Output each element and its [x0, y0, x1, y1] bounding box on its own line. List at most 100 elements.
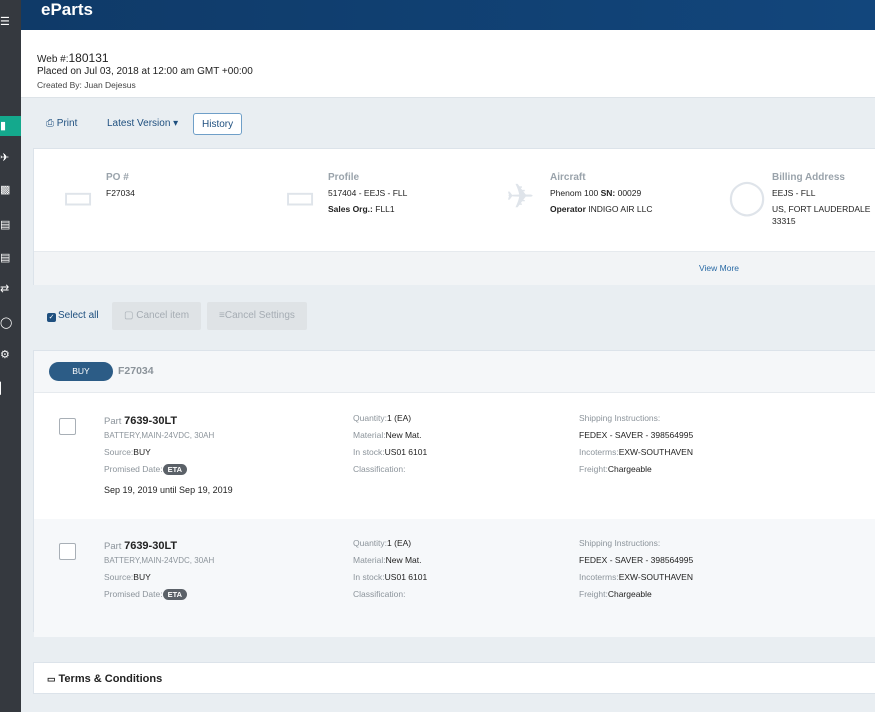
select-all-label: Select all — [58, 310, 99, 321]
aircraft-label: Aircraft — [550, 172, 586, 183]
items-header: BUY F27034 — [34, 351, 875, 393]
stock-label: In stock: — [353, 447, 385, 457]
terms-title[interactable]: ▭ Terms & Conditions — [47, 673, 162, 685]
terms-panel[interactable]: ▭ Terms & Conditions — [33, 662, 875, 694]
billing-label: Billing Address — [772, 172, 845, 183]
caret-down-icon: ▾ — [173, 118, 179, 129]
quantity: Quantity:1 (EA) — [353, 410, 427, 427]
part-description: BATTERY,MAIN-24VDC, 30AH — [104, 556, 215, 565]
item-checkbox[interactable] — [59, 543, 76, 560]
stock-label: In stock: — [353, 572, 385, 582]
source-value: BUY — [133, 447, 151, 457]
part-number: Part 7639-30LT — [104, 540, 177, 552]
shipping-label: Shipping Instructions: — [579, 538, 661, 548]
plane-icon: ✈ — [506, 178, 535, 216]
promised-date-range: Sep 19, 2019 until Sep 19, 2019 — [104, 485, 233, 495]
billing-line3: 33315 — [772, 216, 796, 226]
incoterms-value: EXW-SOUTHAVEN — [618, 572, 693, 582]
billing-line1: EEJS - FLL — [772, 188, 816, 198]
plane-icon[interactable]: ✈ — [0, 148, 21, 168]
view-more-link[interactable]: View More — [699, 263, 739, 273]
aircraft-model: Phenom 100 SN: 00029 — [550, 188, 641, 198]
stock: In stock:US01 6101 — [353, 569, 427, 586]
material-label: Material: — [353, 555, 386, 565]
transfer-icon[interactable]: ⇄ — [0, 279, 21, 299]
history-button[interactable]: History — [193, 113, 243, 135]
truck-icon[interactable]: ▮ — [0, 116, 21, 136]
item-checkbox[interactable] — [59, 418, 76, 435]
cart-icon[interactable]: ▩ — [0, 180, 21, 200]
inbox-icon: ▭ — [47, 674, 56, 684]
quantity: Quantity:1 (EA) — [353, 535, 427, 552]
incoterms-value: EXW-SOUTHAVEN — [618, 447, 693, 457]
web-label: Web #: — [37, 54, 69, 65]
version-dropdown[interactable]: Latest Version ▾ — [107, 113, 178, 135]
dollar-icon[interactable]: ◯ — [0, 313, 21, 333]
brand-logo[interactable]: eParts — [41, 0, 93, 20]
stock: In stock:US01 6101 — [353, 444, 427, 461]
shipping-details: Shipping Instructions: FEDEX - SAVER - 3… — [579, 410, 693, 478]
part-label: Part — [104, 416, 122, 427]
incoterms: Incoterms:EXW-SOUTHAVEN — [579, 444, 693, 461]
aircraft-model-value: Phenom 100 — [550, 188, 599, 198]
trash-icon: ▢ — [124, 310, 134, 321]
select-all-checkbox[interactable]: ✓ Select all — [47, 310, 99, 322]
settings-icon[interactable]: ⚙ — [0, 345, 21, 365]
inbox-icon: ▭ — [284, 178, 317, 216]
promised-date: Promised Date: ETA — [104, 464, 188, 475]
sales-org-value: FLL1 — [375, 204, 395, 214]
promised-date: Promised Date: ETA — [104, 589, 188, 600]
eta-badge: ETA — [162, 464, 188, 475]
print-label: Print — [56, 118, 78, 129]
item-row: Part 7639-30LT BATTERY,MAIN-24VDC, 30AH … — [34, 394, 875, 512]
profile-value: 517404 - EEJS - FLL — [328, 188, 408, 198]
sales-org-label: Sales Org.: — [328, 204, 373, 214]
web-order-number: Web #:180131 — [37, 51, 109, 65]
order-toolbar: ⎙ Print Latest Version ▾ History — [21, 108, 875, 138]
part-number: Part 7639-30LT — [104, 415, 177, 427]
checkbox-checked-icon: ✓ — [47, 313, 56, 322]
material: Material:New Mat. — [353, 427, 427, 444]
stock-value: US01 6101 — [384, 572, 428, 582]
eta-badge: ETA — [162, 589, 188, 600]
print-button[interactable]: ⎙ Print — [46, 113, 77, 135]
items-po-ref: F27034 — [118, 365, 154, 377]
terms-label: Terms & Conditions — [58, 673, 163, 685]
chart-icon[interactable]: ▏ — [0, 379, 21, 399]
freight: Freight:Chargeable — [579, 586, 693, 603]
selection-bar: ✓ Select all ▢ Cancel item ≡Cancel Settin… — [33, 302, 875, 330]
printer-icon: ⎙ — [46, 118, 54, 129]
freight-value: Chargeable — [607, 464, 652, 474]
version-label: Latest Version — [107, 118, 171, 129]
freight-label: Freight: — [579, 589, 608, 599]
incoterms: Incoterms:EXW-SOUTHAVEN — [579, 569, 693, 586]
source-value: BUY — [133, 572, 151, 582]
stock-value: US01 6101 — [384, 447, 428, 457]
sn-label: SN: — [600, 188, 616, 198]
incoterms-label: Incoterms: — [579, 572, 619, 582]
shipping-value: FEDEX - SAVER - 398564995 — [579, 552, 693, 569]
menu-icon[interactable]: ☰ — [0, 12, 21, 32]
quantity-label: Quantity: — [353, 538, 388, 548]
document-icon[interactable]: ▤ — [0, 215, 21, 235]
item-details: Quantity:1 (EA) Material:New Mat. In sto… — [353, 535, 427, 603]
order-items-panel: BUY F27034 Part 7639-30LT BATTERY,MAIN-2… — [33, 350, 875, 637]
operator-value: INDIGO AIR LLC — [588, 204, 653, 214]
promised-label: Promised Date: — [104, 464, 163, 474]
quantity-value: 1 (EA) — [387, 538, 412, 548]
material-label: Material: — [353, 430, 386, 440]
profile-label: Profile — [328, 172, 360, 183]
cancel-settings-button[interactable]: ≡Cancel Settings — [207, 302, 307, 330]
classification: Classification: — [353, 589, 406, 599]
side-rail: ☰ ▮ ✈ ▩ ▤ ▤ ⇄ ◯ ⚙ ▏ — [0, 0, 21, 712]
operator-label: Operator — [550, 204, 586, 214]
web-number: 180131 — [68, 51, 109, 65]
classification: Classification: — [353, 464, 406, 474]
sn-value: 00029 — [617, 188, 642, 198]
promised-label: Promised Date: — [104, 589, 163, 599]
incoterms-label: Incoterms: — [579, 447, 619, 457]
cancel-item-button[interactable]: ▢ Cancel item — [112, 302, 202, 330]
source-label: Source: — [104, 447, 134, 457]
shipping-instructions: FEDEX - SAVER - 398564995 — [579, 555, 694, 565]
clipboard-icon[interactable]: ▤ — [0, 248, 21, 268]
